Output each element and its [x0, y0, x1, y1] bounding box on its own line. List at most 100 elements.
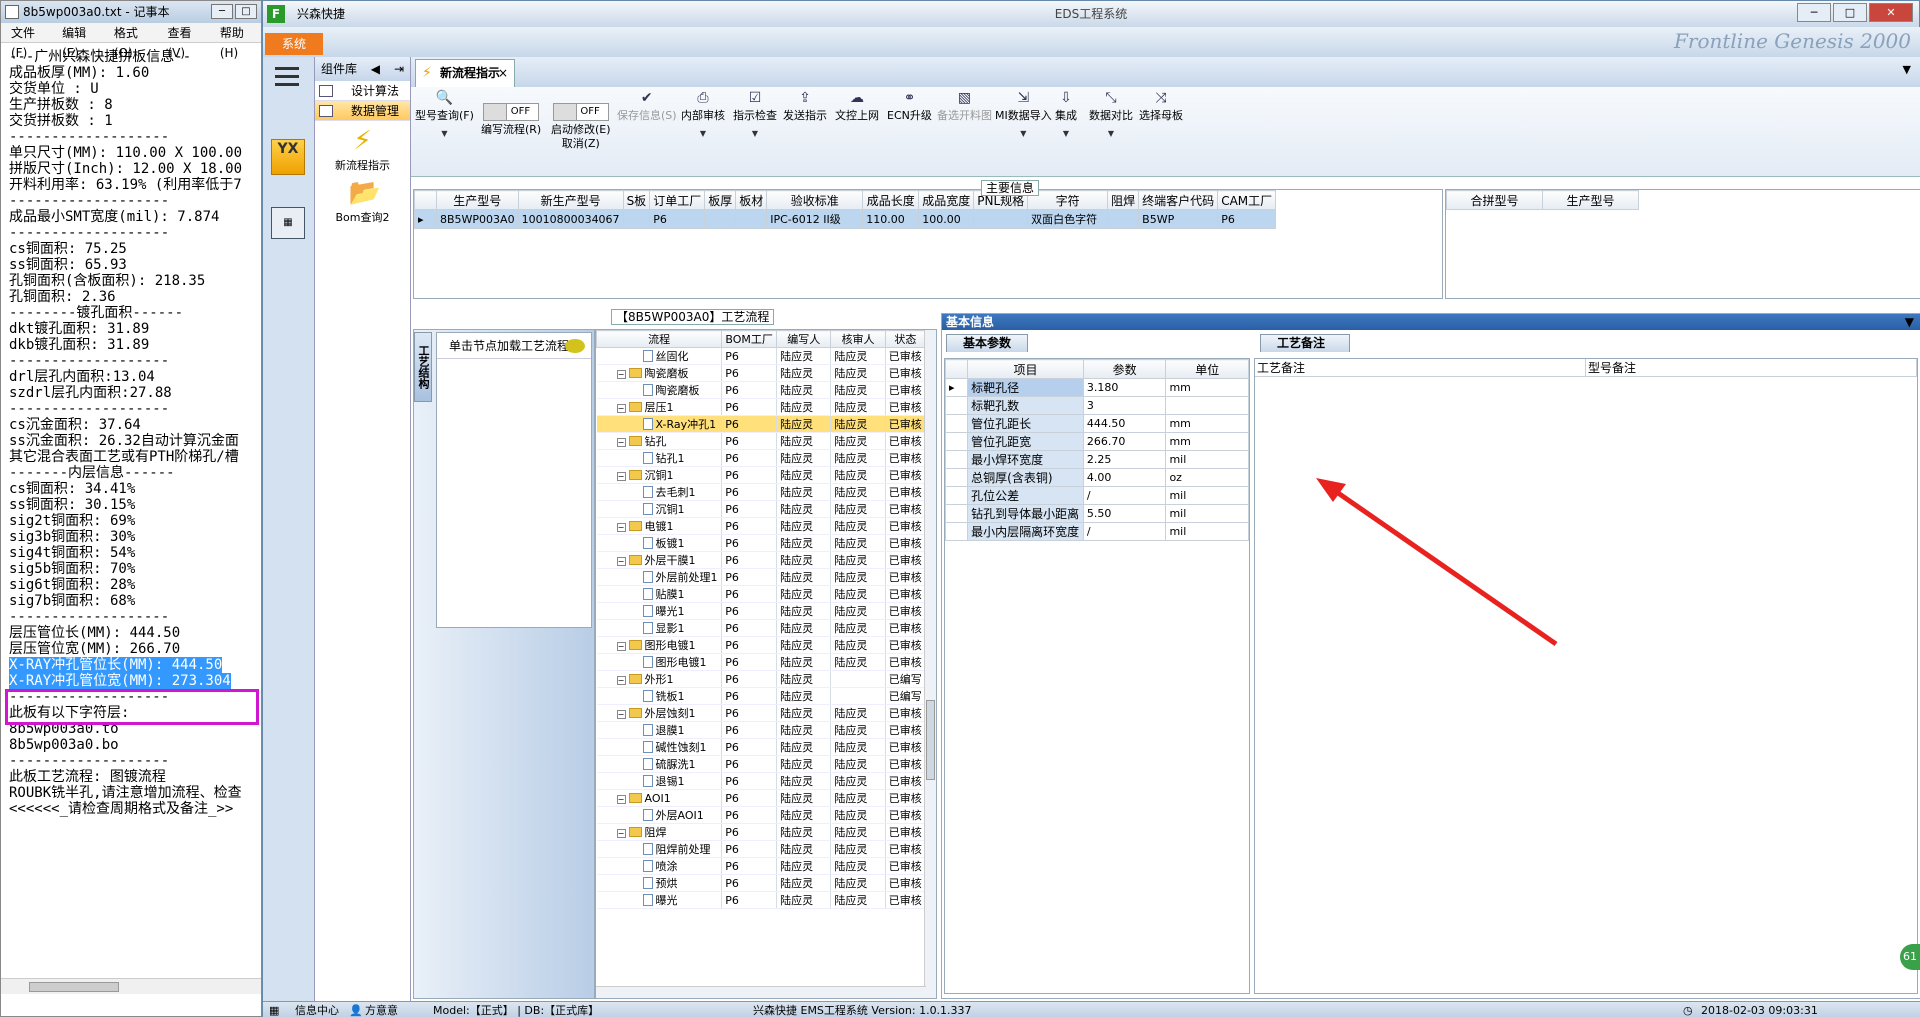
- menu-item[interactable]: 帮助(H): [220, 23, 261, 60]
- app-titlebar[interactable]: F 兴森快捷 EDS工程系统 ─ □ ✕: [263, 1, 1919, 27]
- tree-node-cell[interactable]: 预烘: [596, 874, 723, 892]
- column-header[interactable]: CAM工厂: [1217, 190, 1277, 210]
- collapse-icon[interactable]: −: [616, 710, 626, 719]
- tree-row[interactable]: X-Ray冲孔1 P6 陆应灵 陆应灵 已审核: [596, 415, 927, 433]
- tree-row[interactable]: 板镀1 P6 陆应灵 陆应灵 已审核: [596, 534, 927, 552]
- column-header[interactable]: 阻焊: [1107, 190, 1140, 210]
- menu-item[interactable]: 文件(F): [11, 23, 50, 60]
- column-header[interactable]: 板材: [735, 190, 768, 210]
- minimize-button[interactable]: ─: [1797, 3, 1831, 22]
- tree-row[interactable]: 贴膜1 P6 陆应灵 陆应灵 已审核: [596, 585, 927, 603]
- horizontal-scrollbar[interactable]: [1, 978, 261, 994]
- table-cell[interactable]: P6: [649, 209, 706, 229]
- tree-node-cell[interactable]: − AOI1: [596, 789, 723, 807]
- tree-node-cell[interactable]: 曝光1: [596, 602, 723, 620]
- param-value[interactable]: 5.50: [1082, 504, 1167, 523]
- caret-down-icon[interactable]: ▼: [415, 127, 474, 141]
- param-header[interactable]: 参数: [1082, 359, 1167, 379]
- maximize-button[interactable]: □: [1833, 3, 1867, 22]
- tree-node-cell[interactable]: 铣板1: [596, 687, 723, 705]
- table-cell[interactable]: P6: [1217, 209, 1277, 229]
- close-tab-icon[interactable]: ×: [498, 60, 508, 86]
- collapse-icon[interactable]: −: [616, 404, 626, 413]
- calculator-icon[interactable]: ▦: [271, 207, 305, 239]
- system-menu-button[interactable]: 系统: [265, 33, 323, 55]
- tree-row[interactable]: − 阻焊 P6 陆应灵 陆应灵 已审核: [596, 823, 927, 841]
- table-cell[interactable]: [973, 209, 1029, 229]
- collapse-icon[interactable]: −: [616, 794, 626, 804]
- param-value[interactable]: 444.50: [1082, 414, 1167, 433]
- tree-row[interactable]: 图形电镀1 P6 陆应灵 陆应灵 已审核: [596, 653, 927, 671]
- tree-node-cell[interactable]: − 电镀1: [596, 517, 723, 535]
- toggle-switch[interactable]: OFF: [552, 103, 609, 121]
- menu-item[interactable]: 编辑(E): [62, 23, 102, 60]
- toolbar-image-button[interactable]: ▧ 备选开料图: [937, 91, 992, 123]
- tree-row[interactable]: − 陶瓷磨板 P6 陆应灵 陆应灵 已审核: [596, 364, 927, 382]
- tree-node-cell[interactable]: 退锡1: [596, 772, 723, 790]
- tree-row[interactable]: 退锡1 P6 陆应灵 陆应灵 已审核: [596, 772, 927, 790]
- panel-dropdown-icon[interactable]: ▼: [1905, 314, 1914, 330]
- column-header[interactable]: 订单工厂: [649, 190, 706, 210]
- toolbar-compare-button[interactable]: ⤡ 数据对比 ▼: [1089, 91, 1133, 141]
- param-row[interactable]: 总铜厚(含表铜) 4.00 oz: [945, 468, 1249, 487]
- new-flow-instruction-item[interactable]: ⚡ 新流程指示: [315, 121, 410, 173]
- tree-row[interactable]: 曝光 P6 陆应灵 陆应灵 已审核: [596, 891, 927, 909]
- tree-column-header[interactable]: 状态: [884, 330, 927, 348]
- toolbar-binoculars-button[interactable]: ⚭ ECN升级: [887, 91, 932, 123]
- param-row[interactable]: 管位孔距宽 266.70 mm: [945, 432, 1249, 451]
- toolbar-toggle-button[interactable]: OFF 启动修改(E) 取消(Z): [551, 103, 611, 151]
- param-value[interactable]: 266.70: [1082, 432, 1167, 451]
- tree-row[interactable]: − AOI1 P6 陆应灵 陆应灵 已审核: [596, 789, 927, 807]
- param-value[interactable]: /: [1082, 486, 1167, 505]
- tree-node-cell[interactable]: 显影1: [596, 619, 723, 637]
- toolbar-printer-button[interactable]: ⎙ 内部审核 ▼: [681, 91, 725, 141]
- table-cell[interactable]: 8B5WP003A0: [436, 209, 519, 229]
- param-row[interactable]: 钻孔到导体最小距离 5.50 mil: [945, 504, 1249, 523]
- tree-row[interactable]: 预烘 P6 陆应灵 陆应灵 已审核: [596, 874, 927, 892]
- collapse-icon[interactable]: −: [616, 472, 626, 481]
- yx-module-icon[interactable]: YX: [271, 139, 305, 175]
- table-cell[interactable]: [704, 209, 737, 229]
- nav-item-design-algorithm[interactable]: 设计算法: [315, 81, 410, 101]
- table-cell[interactable]: 100.00: [918, 209, 975, 229]
- tree-row[interactable]: − 层压1 P6 陆应灵 陆应灵 已审核: [596, 398, 927, 416]
- toolbar-check-button[interactable]: ✔ 保存信息(S): [617, 91, 677, 123]
- table-cell[interactable]: B5WP: [1138, 209, 1219, 229]
- tree-node-cell[interactable]: − 阻焊: [596, 823, 723, 841]
- tree-row[interactable]: 显影1 P6 陆应灵 陆应灵 已审核: [596, 619, 927, 637]
- table-cell[interactable]: 110.00: [862, 209, 920, 229]
- tree-node-cell[interactable]: − 外层干膜1: [596, 551, 723, 569]
- table-cell[interactable]: 双面白色字符: [1027, 209, 1109, 229]
- tree-node-cell[interactable]: 外层AOI1: [596, 806, 723, 824]
- tree-node-cell[interactable]: − 外形1: [596, 670, 723, 688]
- param-value[interactable]: 2.25: [1082, 450, 1167, 469]
- tree-node-cell[interactable]: 碱性蚀刻1: [596, 738, 723, 756]
- notepad-text-area[interactable]: ---广州兴森快捷拼板信息-- 成品板厚(MM): 1.60 交货单位 : U 生产拼…: [1, 45, 261, 985]
- tree-node-cell[interactable]: X-Ray冲孔1: [596, 415, 723, 433]
- toolbar-import-button[interactable]: ⇲ MI数据导入 ▼: [995, 91, 1052, 141]
- tree-column-header[interactable]: 核审人: [830, 330, 886, 348]
- tree-column-header[interactable]: BOM工厂: [721, 330, 778, 348]
- tree-column-header[interactable]: 编写人: [776, 330, 832, 348]
- tree-node-cell[interactable]: 贴膜1: [596, 585, 723, 603]
- tree-node-cell[interactable]: − 沉铜1: [596, 466, 723, 484]
- param-row[interactable]: 孔位公差 / mil: [945, 486, 1249, 505]
- param-value[interactable]: 3.180: [1082, 378, 1167, 397]
- toolbar-upload-button[interactable]: ⇪ 发送指示: [783, 91, 827, 123]
- tree-node-cell[interactable]: 退膜1: [596, 721, 723, 739]
- tree-node-cell[interactable]: 图形电镀1: [596, 653, 723, 671]
- tree-row[interactable]: 硫脲洗1 P6 陆应灵 陆应灵 已审核: [596, 755, 927, 773]
- collapse-left-icon[interactable]: ◀: [371, 57, 380, 81]
- side-tab-process-structure[interactable]: 工艺结构: [414, 332, 432, 402]
- column-header[interactable]: 字符: [1027, 190, 1109, 210]
- tree-node-cell[interactable]: − 外层蚀刻1: [596, 704, 723, 722]
- table-cell[interactable]: [735, 209, 768, 229]
- tree-node-cell[interactable]: 阻焊前处理: [596, 840, 723, 858]
- toolbar-shuffle-button[interactable]: ⤨ 选择母板: [1139, 91, 1183, 123]
- collapse-icon[interactable]: −: [616, 642, 626, 651]
- tree-node-cell[interactable]: 曝光: [596, 891, 723, 909]
- collapse-icon[interactable]: −: [616, 676, 626, 685]
- tree-node-cell[interactable]: − 层压1: [596, 398, 723, 416]
- tab-dropdown-icon[interactable]: ▼: [1903, 63, 1911, 76]
- param-row[interactable]: 管位孔距长 444.50 mm: [945, 414, 1249, 433]
